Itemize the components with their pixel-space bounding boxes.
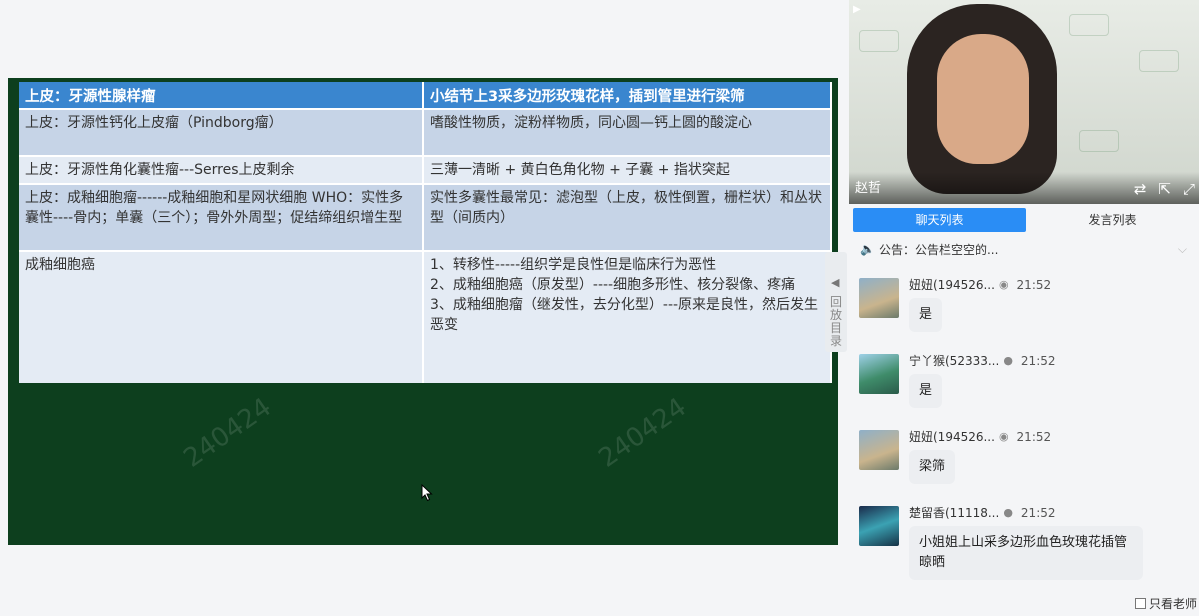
table-cell: 1、转移性-----组织学是良性但是临床行为恶性 2、成釉细胞癌（原发型）---… [423, 250, 832, 383]
table-cell: 上皮：牙源性钙化上皮瘤（Pindborg瘤） [19, 108, 424, 156]
wall-logo [1139, 50, 1179, 72]
message-bubble: 是 [909, 298, 943, 332]
username: 妞妞(194526... [909, 430, 995, 444]
list-item: 2、成釉细胞癌（原发型）----细胞多形性、核分裂像、疼痛 [430, 277, 796, 293]
presenter-video[interactable]: ▶ 赵哲 ⇄ ⇱ ⤢ [849, 0, 1199, 204]
tab-speaker-list[interactable]: 发言列表 [1026, 208, 1199, 232]
table-row: 上皮：牙源性角化囊性瘤---Serres上皮剩余 三薄一清晰 + 黄白色角化物 … [19, 155, 832, 184]
wall-logo [859, 30, 899, 52]
username: 楚留香(11118... [909, 506, 1000, 520]
table-cell: 上皮：成釉细胞瘤------成釉细胞和星网状细胞 WHO：实性多囊性----骨内… [19, 183, 424, 251]
notice-text: 公告：公告栏空空的... [878, 242, 999, 257]
table-cell: 实性多囊性最常见：滤泡型（上皮，极性倒置，栅栏状）和丛状型（间质内） [423, 183, 832, 251]
message-bubble: 是 [909, 374, 943, 408]
table-cell: 成釉细胞癌 [19, 250, 424, 383]
only-teacher-label: 只看老师 [1148, 597, 1197, 611]
chevron-down-icon[interactable]: ⌵ [1178, 242, 1187, 257]
pc-icon: ◉ [998, 430, 1009, 443]
avatar [859, 506, 899, 546]
avatar [859, 278, 899, 318]
message-bubble: 梁筛 [909, 450, 956, 484]
swap-icon[interactable]: ⇄ [1134, 180, 1147, 198]
slide-table: 上皮：牙源性腺样瘤 小结节上3采多边形玫瑰花样，插到管里进行梁筛 上皮：牙源性钙… [19, 82, 832, 383]
table-cell: 三薄一清晰 + 黄白色角化物 + 子囊 + 指状突起 [423, 155, 832, 184]
timestamp: 21:52 [1016, 277, 1052, 292]
tab-chat-list[interactable]: 聊天列表 [853, 208, 1026, 232]
pc-icon: ◉ [998, 278, 1009, 291]
table-row: 上皮：牙源性钙化上皮瘤（Pindborg瘤） 嗜酸性物质，淀粉样物质，同心圆—钙… [19, 108, 832, 156]
list-item: 3、成釉细胞瘤（继发性，去分化型）---原来是良性，然后发生恶变 [430, 297, 819, 333]
message-meta: 宁丫猴(52333... ● 21:52 [909, 352, 1056, 369]
wall-logo [1079, 130, 1119, 152]
table-cell: 嗜酸性物质，淀粉样物质，同心圆—钙上圆的酸淀心 [423, 108, 832, 156]
mouse-cursor-icon [421, 484, 433, 502]
message-bubble: 小姐姐上山采多边形血色玫瑰花插管晾晒 [909, 526, 1143, 580]
avatar [859, 430, 899, 470]
timestamp: 21:52 [1016, 429, 1052, 444]
popout-icon[interactable]: ⇱ [1158, 180, 1171, 198]
message-meta: 妞妞(194526... ◉ 21:52 [909, 276, 1051, 293]
chat-tabs: 聊天列表 发言列表 [853, 208, 1199, 232]
watermark: 240424 [178, 392, 277, 474]
username: 宁丫猴(52333... [909, 354, 1000, 368]
table-header-left: 上皮：牙源性腺样瘤 [19, 82, 424, 109]
wall-logo [1069, 14, 1109, 36]
video-controls: ⇄ ⇱ ⤢ [1134, 180, 1195, 198]
table-row: 成釉细胞癌 1、转移性-----组织学是良性但是临床行为恶性 2、成釉细胞癌（原… [19, 250, 832, 383]
avatar [859, 354, 899, 394]
chat-list: 妞妞(194526... ◉ 21:52 是 宁丫猴(52333... ● 21… [853, 268, 1199, 594]
checkbox[interactable] [1134, 598, 1146, 609]
expand-caret-icon[interactable]: ▶ [853, 4, 861, 15]
presenter-name: 赵哲 [855, 181, 882, 196]
fullscreen-icon[interactable]: ⤢ [1183, 180, 1195, 198]
speaker-icon: 🔈 [860, 242, 875, 256]
list-item: 1、转移性-----组织学是良性但是临床行为恶性 [430, 257, 717, 273]
table-header-right: 小结节上3采多边形玫瑰花样，插到管里进行梁筛 [423, 82, 832, 109]
timestamp: 21:52 [1020, 505, 1056, 520]
timestamp: 21:52 [1020, 353, 1056, 368]
message-meta: 楚留香(11118... ● 21:52 [909, 504, 1056, 521]
only-teacher-toggle[interactable]: 只看老师 [1134, 595, 1197, 612]
watermark: 240424 [593, 392, 692, 474]
slide-panel: 240424 240424 上皮：牙源性腺样瘤 小结节上3采多边形玫瑰花样，插到… [8, 78, 838, 545]
presenter-face [937, 34, 1029, 164]
apple-icon: ● [1003, 354, 1013, 367]
collapse-arrow-icon: ◀ [831, 276, 840, 289]
playback-directory-toggle[interactable]: ◀ 回放目录 [825, 252, 847, 352]
apple-icon: ● [1003, 506, 1013, 519]
table-row: 上皮：成釉细胞瘤------成釉细胞和星网状细胞 WHO：实性多囊性----骨内… [19, 183, 832, 251]
message-meta: 妞妞(194526... ◉ 21:52 [909, 428, 1051, 445]
table-cell: 上皮：牙源性角化囊性瘤---Serres上皮剩余 [19, 155, 424, 184]
notice-bar[interactable]: 🔈 公告：公告栏空空的... ⌵ [860, 238, 1199, 260]
playback-directory-label: 回放目录 [829, 295, 842, 348]
username: 妞妞(194526... [909, 278, 995, 292]
